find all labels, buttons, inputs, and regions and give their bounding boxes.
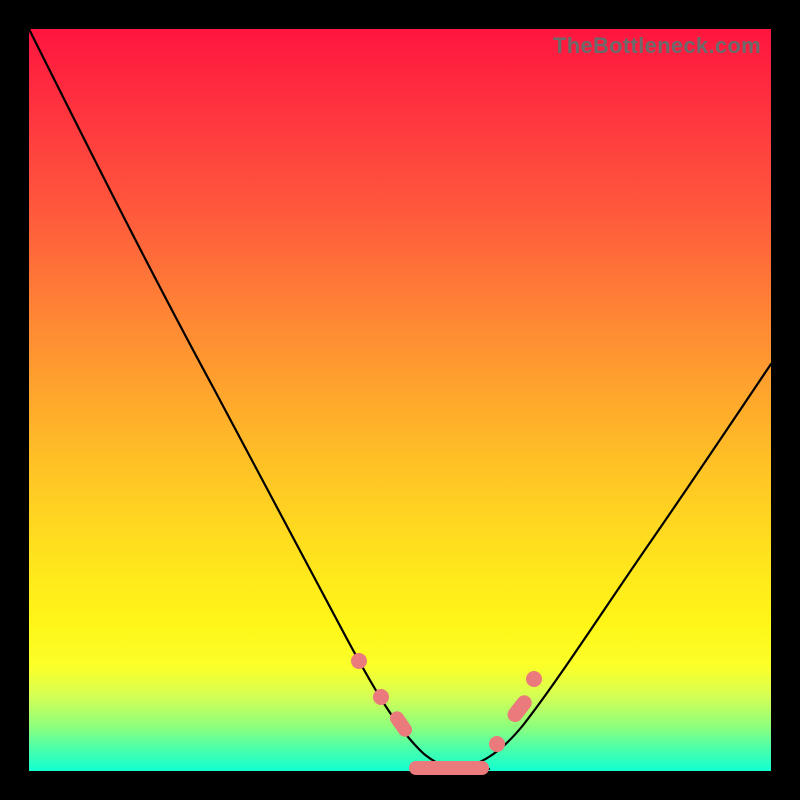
marker-dot <box>526 671 542 687</box>
marker-dot <box>351 653 367 669</box>
left-curve <box>29 29 454 769</box>
marker-dot <box>373 689 389 705</box>
chart-frame: TheBottleneck.com <box>0 0 800 800</box>
marker-pill-bottom <box>409 761 489 775</box>
curve-layer <box>29 29 771 771</box>
right-curve <box>459 364 771 769</box>
marker-pill <box>504 692 534 725</box>
plot-area: TheBottleneck.com <box>29 29 771 771</box>
marker-dot <box>489 736 505 752</box>
